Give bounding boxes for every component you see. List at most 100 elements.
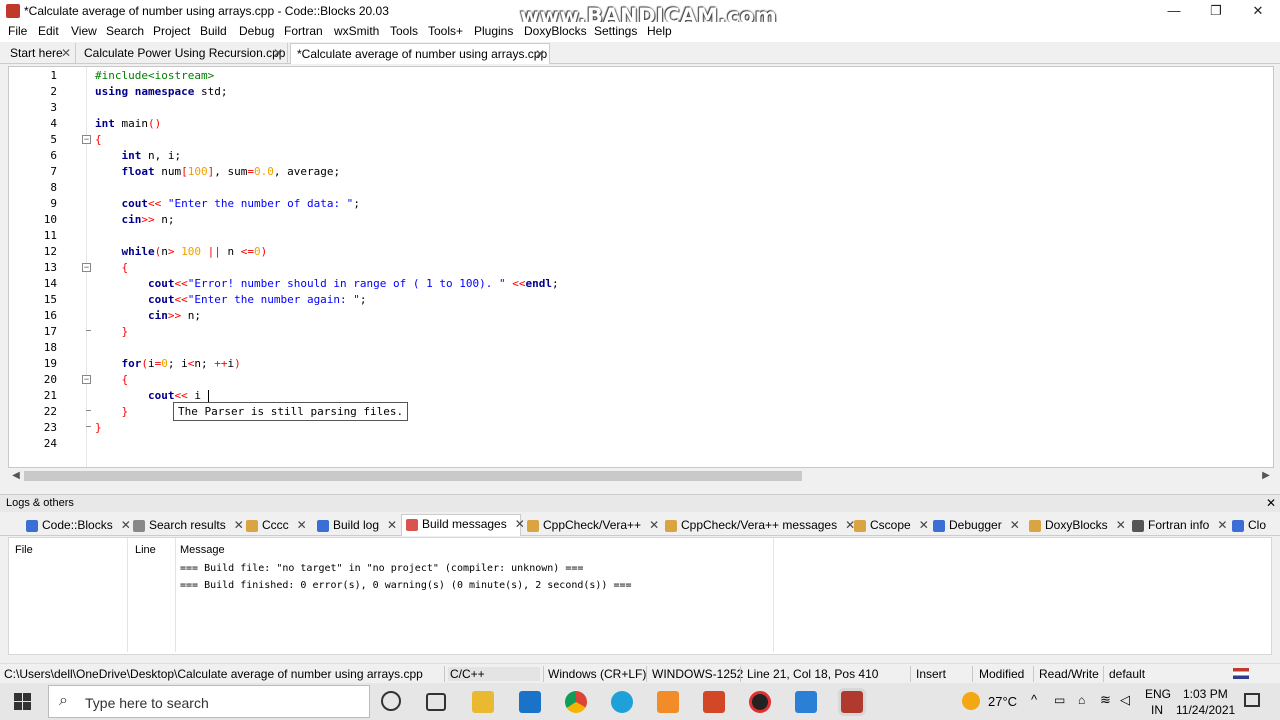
menu-tools-plus[interactable]: Tools+ [428, 24, 463, 38]
bandicam-icon[interactable] [749, 691, 771, 713]
menu-search[interactable]: Search [106, 24, 144, 38]
menu-file[interactable]: File [8, 24, 27, 38]
logs-close-icon[interactable]: ✕ [1266, 496, 1276, 510]
menu-help[interactable]: Help [647, 24, 672, 38]
menu-debug[interactable]: Debug [239, 24, 274, 38]
log-tab-codeblocks[interactable]: Code::Blocks ✕ [22, 516, 131, 536]
battery-icon[interactable]: ▭ [1054, 693, 1065, 707]
log-tab-close-files[interactable]: Clo [1228, 516, 1266, 536]
fold-collapse-icon[interactable]: − [82, 135, 91, 144]
chrome-icon[interactable] [565, 691, 587, 713]
tab-close-icon[interactable]: ✕ [297, 518, 307, 532]
tab-start-here[interactable]: Start here ✕ [4, 43, 76, 64]
search-icon: ⌕ [59, 692, 68, 709]
menu-tools[interactable]: Tools [390, 24, 418, 38]
logs-panel-title: Logs & others [6, 497, 74, 509]
editor-horizontal-scrollbar[interactable]: ◀ ▶ [8, 468, 1274, 484]
input-language[interactable]: ENG [1145, 687, 1171, 701]
menu-fortran[interactable]: Fortran [284, 24, 323, 38]
clock-date[interactable]: 11/24/2021 [1176, 703, 1235, 717]
menu-view[interactable]: View [71, 24, 97, 38]
line-number: 6 [50, 149, 57, 162]
vscode-icon[interactable] [795, 691, 817, 713]
menu-edit[interactable]: Edit [38, 24, 59, 38]
notifications-icon[interactable] [1244, 693, 1260, 707]
menu-build[interactable]: Build [200, 24, 227, 38]
minimize-button[interactable]: — [1152, 0, 1196, 22]
column-header-file[interactable]: File [15, 544, 33, 556]
volume-icon[interactable]: ◁ [1120, 692, 1130, 708]
powerpoint-icon[interactable] [703, 691, 725, 713]
tab-calculate-power[interactable]: Calculate Power Using Recursion.cpp ✕ [78, 43, 288, 64]
network-icon[interactable]: ⌂ [1078, 693, 1085, 707]
menu-doxyblocks[interactable]: DoxyBlocks [524, 24, 587, 38]
log-tab-cppcheck[interactable]: CppCheck/Vera++ ✕ [523, 516, 659, 536]
scrollbar-thumb[interactable] [24, 471, 802, 481]
editor-tabs: Start here ✕ Calculate Power Using Recur… [0, 43, 1280, 64]
tab-close-icon[interactable]: ✕ [649, 518, 659, 532]
taskbar-search-input[interactable]: ⌕ Type here to search [48, 685, 370, 718]
file-explorer-icon[interactable] [472, 691, 494, 713]
tab-close-icon[interactable]: ✕ [1217, 518, 1227, 532]
menu-project[interactable]: Project [153, 24, 190, 38]
status-encoding: WINDOWS-1252 [652, 667, 744, 681]
tab-close-icon[interactable]: ✕ [273, 43, 283, 63]
log-tab-build-log[interactable]: Build log ✕ [313, 516, 397, 536]
log-tab-doxyblocks[interactable]: DoxyBlocks ✕ [1025, 516, 1126, 536]
scroll-right-icon[interactable]: ▶ [1259, 469, 1273, 483]
tab-calculate-average[interactable]: *Calculate average of number using array… [290, 43, 550, 64]
status-language: C/C++ [448, 667, 540, 681]
menu-plugins[interactable]: Plugins [474, 24, 513, 38]
fold-collapse-icon[interactable]: − [82, 263, 91, 272]
log-tab-fortran-info[interactable]: Fortran info ✕ [1128, 516, 1227, 536]
windows-start-icon[interactable] [14, 693, 32, 711]
logs-tabs: Code::Blocks ✕ Search results ✕ Cccc ✕ Buil… [0, 513, 1280, 536]
log-tab-cccc[interactable]: Cccc ✕ [242, 516, 307, 536]
column-header-line[interactable]: Line [135, 544, 156, 556]
log-tab-build-messages[interactable]: Build messages ✕ [401, 514, 525, 536]
tab-close-icon[interactable]: ✕ [919, 518, 929, 532]
menu-wxsmith[interactable]: wxSmith [334, 24, 379, 38]
log-tab-label: Search results [149, 518, 226, 532]
logs-panel-header: Logs & others ✕ [0, 494, 1280, 512]
wifi-icon[interactable]: ≋ [1100, 692, 1111, 708]
edge-icon[interactable] [611, 691, 633, 713]
code-line: int n, i; [121, 149, 182, 162]
tab-close-icon[interactable]: ✕ [61, 43, 71, 63]
build-message-row[interactable]: === Build file: "no target" in "no proje… [180, 563, 583, 574]
sublime-text-icon[interactable] [657, 691, 679, 713]
mail-icon[interactable] [519, 691, 541, 713]
clock-time[interactable]: 1:03 PM [1183, 687, 1228, 701]
log-tab-search-results[interactable]: Search results ✕ [129, 516, 244, 536]
status-divider [972, 666, 973, 682]
tab-close-icon[interactable]: ✕ [1116, 518, 1126, 532]
codeblocks-taskbar-icon[interactable] [841, 691, 863, 713]
line-number: 9 [50, 197, 57, 210]
menu-settings[interactable]: Settings [594, 24, 637, 38]
gear-icon [933, 520, 945, 532]
code-editor[interactable]: 1 2 3 4 5 6 7 8 9 10 11 12 13 14 15 16 1… [8, 66, 1274, 468]
scroll-left-icon[interactable]: ◀ [9, 469, 23, 483]
log-tab-debugger[interactable]: Debugger ✕ [929, 516, 1020, 536]
chevron-up-icon[interactable]: ^ [1031, 692, 1037, 707]
task-view-icon[interactable] [426, 693, 446, 711]
code-line: while(n> 100 || n <=0) [121, 245, 268, 258]
tab-close-icon[interactable]: ✕ [387, 518, 397, 532]
close-files-icon [1232, 520, 1244, 532]
temperature[interactable]: 27°C [988, 694, 1017, 709]
input-region[interactable]: IN [1151, 703, 1163, 717]
column-header-message[interactable]: Message [180, 544, 225, 556]
tab-close-icon[interactable]: ✕ [535, 44, 545, 64]
line-number: 1 [50, 69, 57, 82]
cortana-icon[interactable] [381, 691, 401, 711]
parser-tooltip: The Parser is still parsing files. [173, 402, 409, 421]
close-button[interactable]: ✕ [1236, 0, 1280, 22]
log-tab-cscope[interactable]: Cscope ✕ [850, 516, 929, 536]
tab-close-icon[interactable]: ✕ [1010, 518, 1020, 532]
fold-collapse-icon[interactable]: − [82, 375, 91, 384]
maximize-button[interactable]: ❐ [1194, 0, 1238, 22]
code-line: cout<<"Enter the number again: "; [147, 293, 367, 306]
weather-icon[interactable] [962, 692, 980, 710]
build-message-row[interactable]: === Build finished: 0 error(s), 0 warnin… [180, 580, 632, 591]
log-tab-cppcheck-messages[interactable]: CppCheck/Vera++ messages ✕ [661, 516, 855, 536]
